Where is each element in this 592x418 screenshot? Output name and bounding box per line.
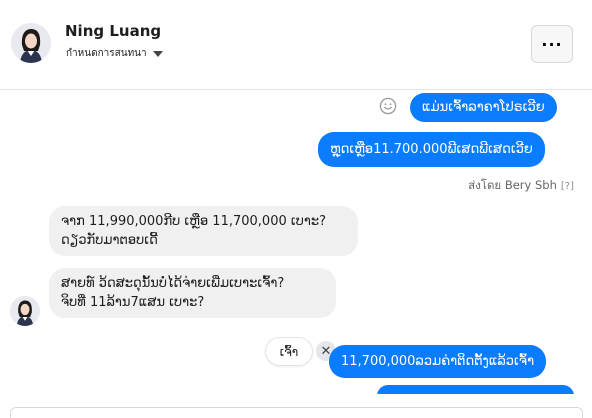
quick-reply-chip[interactable]: ເຈົ້າ	[266, 338, 312, 365]
outgoing-message[interactable]: ແມ່ນເຈົ້າລາຄາໂປຣເວີຍ	[410, 93, 557, 122]
message-line: ດຽວກັບມາຕອບເດີ້	[61, 233, 158, 248]
message-line: ຈິບທີ່ 11ລ້ານ7ແສນ ເບາະ?	[61, 295, 205, 310]
contact-name[interactable]: Ning Luang	[65, 22, 161, 40]
incoming-message[interactable]: ຈາກ 11,990,000ກີບ ເຫຼືອ 11,700,000 ເບາະ?…	[49, 206, 358, 256]
chat-window: Ning Luang กำหนดการสนทนา ... ແມ່ນເຈົ້າລາ…	[0, 0, 592, 418]
message-thread[interactable]: ແມ່ນເຈົ້າລາຄາໂປຣເວີຍ ຫຼຸດເຫຼືອ11.700.000…	[0, 91, 592, 394]
conversation-settings[interactable]: กำหนดการสนทนา	[66, 46, 163, 61]
sent-by-help-link[interactable]: [?]	[561, 181, 574, 192]
sender-avatar[interactable]	[10, 296, 40, 326]
outgoing-message[interactable]: 11,700,000ລວມຄ່າຕິດຕັ້ງແລ້ວເຈົ້າ	[329, 345, 547, 378]
incoming-message[interactable]: ສາຍທ໌ ວ້ດສະດຸນັ້ນບໍ່ໄດ້ຈ່າຍເພີ່ມເບາະເຈົ້…	[49, 268, 336, 318]
more-options-button[interactable]: ...	[531, 25, 573, 63]
sent-by-text: ส่งโดย Bery Sbh	[468, 178, 557, 192]
outgoing-message-partial[interactable]	[377, 385, 574, 394]
conversation-settings-label: กำหนดการสนทนา	[66, 48, 147, 59]
contact-avatar[interactable]	[11, 23, 51, 63]
more-icon: ...	[541, 31, 563, 50]
message-input[interactable]	[10, 407, 583, 418]
outgoing-message[interactable]: ຫຼຸດເຫຼືອ11.700.000ພີເສດພີເສດເວີຍ	[318, 132, 545, 167]
message-line: ສາຍທ໌ ວ້ດສະດຸນັ້ນບໍ່ໄດ້ຈ່າຍເພີ່ມເບາະເຈົ້…	[61, 276, 285, 291]
sent-by-label: ส่งโดย Bery Sbh [?]	[468, 177, 574, 195]
caret-down-icon	[152, 50, 163, 57]
message-line: ຈາກ 11,990,000ກີບ ເຫຼືອ 11,700,000 ເບາະ?	[61, 214, 326, 229]
smile-icon[interactable]	[379, 97, 397, 115]
message-composer	[0, 394, 592, 418]
chat-header: Ning Luang กำหนดการสนทนา ...	[0, 0, 592, 90]
